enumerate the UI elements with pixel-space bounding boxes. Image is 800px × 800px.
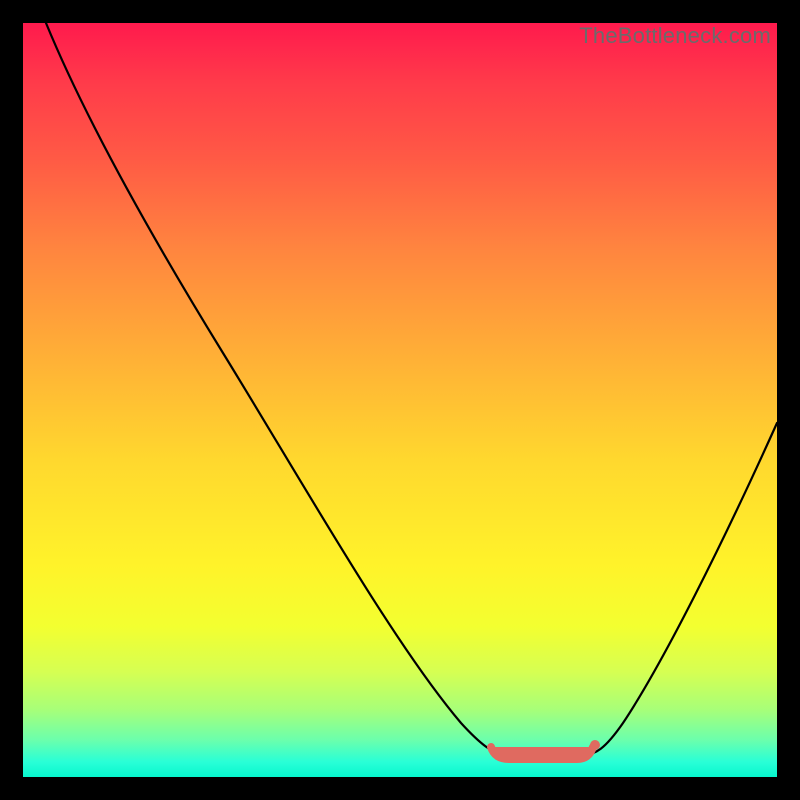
bottleneck-curve	[46, 23, 777, 755]
minimum-highlight	[491, 747, 593, 759]
chart-frame: TheBottleneck.com	[23, 23, 777, 777]
watermark-text: TheBottleneck.com	[579, 23, 771, 49]
highlight-end-dot	[590, 740, 600, 750]
bottleneck-curve-svg	[23, 23, 777, 777]
